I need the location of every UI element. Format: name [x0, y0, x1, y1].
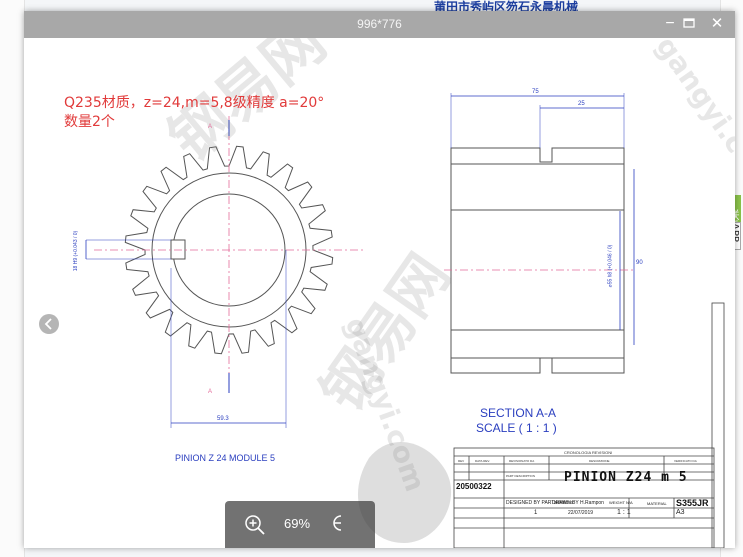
zoom-out-icon[interactable]: [329, 514, 345, 536]
dim-bottom: 59.3: [217, 416, 229, 422]
drawing-number: 20500322: [456, 482, 492, 491]
minimize-button[interactable]: −: [662, 16, 678, 32]
dim-bore: ⌀55 h8 (+0.046 / 0): [607, 244, 614, 288]
close-button[interactable]: ✕: [709, 16, 725, 32]
section-marker-top: A: [208, 124, 213, 130]
material-value: S355JR: [676, 498, 709, 508]
sheet-number: 1: [534, 510, 538, 516]
drawing-canvas[interactable]: 钢易网 钢易网 gangyi.com gangyi.com Q235材质，z=2…: [24, 38, 735, 548]
material-note-line-2: 数量2个: [64, 114, 115, 130]
zoom-level: 69%: [284, 516, 311, 531]
zoom-toolbar: 69%: [225, 501, 375, 548]
col-desc: DESCRIZIONE: [589, 459, 610, 463]
part-name: PINION Z24 m 5: [564, 470, 688, 485]
section-scale: SCALE ( 1 : 1 ): [476, 421, 557, 435]
weight: WEIGHT N/A: [609, 500, 633, 505]
drawing-scale: 1 : 1: [617, 509, 631, 516]
background-left-margin: [0, 0, 25, 557]
dim-75: 75: [532, 89, 539, 95]
image-viewer-window: 996*776 − ✕ 钢易网 钢易网 gangyi.com gangyi.co…: [24, 11, 735, 548]
col-rev: REV: [458, 459, 465, 463]
material-note-line-1: Q235材质，z=24,m=5,8级精度 a=20°: [64, 95, 325, 111]
zoom-in-icon[interactable]: [244, 514, 266, 536]
revision-header: CRONOLOGIA REVISIONI: [564, 450, 613, 455]
part-description-label: PART DESCRIPTION: [506, 474, 536, 478]
drawing-date: 22/07/2019: [568, 510, 594, 516]
section-title: SECTION A-A: [480, 406, 557, 420]
paper-format: A3: [676, 509, 685, 516]
previous-image-button[interactable]: [39, 314, 59, 334]
material-note: Q235材质，z=24,m=5,8级精度 a=20° 数量2个: [64, 94, 324, 132]
col-check: VERIFICATO DA: [674, 459, 697, 463]
title-block: [453, 447, 715, 548]
dim-25: 25: [578, 101, 585, 107]
keyway: [170, 239, 186, 260]
gear-label: PINION Z 24 MODULE 5: [175, 453, 276, 463]
section-marker-bottom: A: [208, 389, 213, 395]
section-view: [450, 147, 625, 374]
viewer-titlebar[interactable]: 996*776 − ✕: [24, 11, 735, 38]
col-by: REVISIONATO DA: [509, 459, 535, 463]
maximize-button[interactable]: [681, 16, 697, 32]
viewer-title: 996*776: [357, 17, 402, 31]
dim-key: 18 H9 (+0.043 / 0): [73, 230, 80, 272]
material-label: MATERIAL: [647, 501, 667, 506]
col-date: DATA REV.: [475, 459, 490, 463]
dim-90: 90: [636, 260, 643, 266]
maximize-icon: [683, 18, 695, 28]
chevron-left-icon: [44, 318, 52, 330]
drawn-by: DRAWN BY H.Rampon: [552, 500, 604, 506]
